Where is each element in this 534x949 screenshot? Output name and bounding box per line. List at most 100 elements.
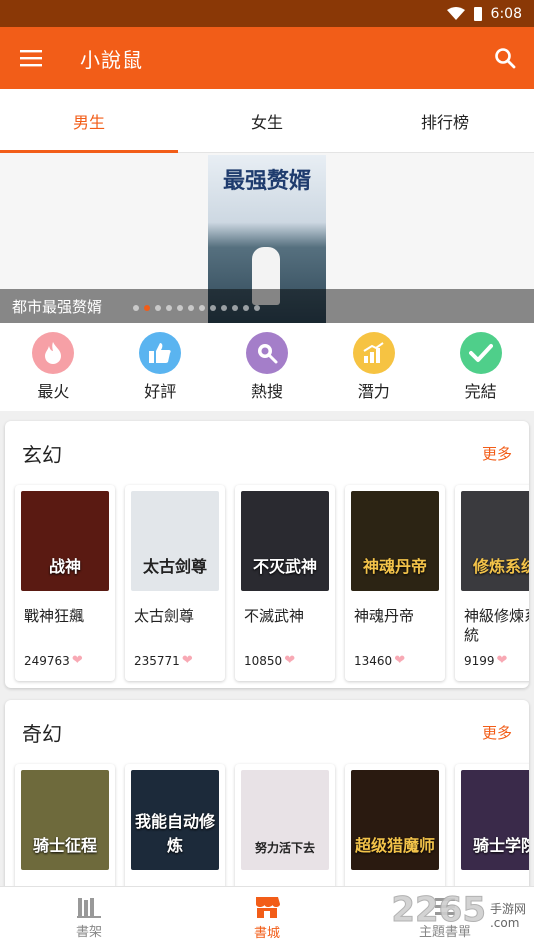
like-count: 10850 [244,653,283,668]
bookshelf-icon [77,898,101,918]
category-row: 最火 好評 熱搜 潛力 完結 [0,323,534,411]
tab-female[interactable]: 女生 [178,89,356,152]
book-card[interactable]: 不灭武神 不滅武神 10850 ❤ [235,485,335,681]
book-card[interactable]: 太古剑尊 太古劍尊 235771 ❤ [125,485,225,681]
book-card[interactable]: 修炼系统 神級修煉系統 9199❤ [455,485,529,681]
category-potential[interactable]: 潛力 [320,323,427,411]
book-card[interactable]: 超级猎魔师 [345,764,445,900]
category-label: 熱搜 [250,382,283,401]
like-count: 249763 [24,653,70,668]
book-card[interactable]: 战神 戰神狂飆 249763 ❤ [15,485,115,681]
section-header: 奇幻 更多 [5,700,529,764]
nav-label: 書城 [253,926,280,941]
banner-cover-title: 最强赘婿 [222,168,311,194]
book-cover[interactable]: 太古剑尊 [131,491,219,591]
book-card[interactable]: 骑士征程 [15,764,115,900]
book-cover[interactable]: 我能自动修炼 [131,770,219,870]
section-qihuan: 奇幻 更多 骑士征程 我能自动修炼 努力活下去 超级猎魔师 骑士学院 [5,700,529,900]
category-label: 完結 [464,382,497,401]
search-icon [495,48,516,69]
store-icon [256,897,280,918]
watermark-line1: 手游网 [489,902,526,916]
banner-carousel[interactable]: 最强赘婿 都市最强赘婿 [0,153,534,323]
more-link[interactable]: 更多 [482,722,512,743]
tab-bar: 男生 女生 排行榜 [0,89,534,153]
book-likes: 9199 ❤ [464,653,507,668]
book-cover-title: 神魂丹帝 [362,557,427,576]
thumbs-up-icon [139,332,182,374]
book-cover-title: 骑士征程 [32,836,97,855]
category-label: 好評 [144,382,177,401]
watermark-line2: .com [489,916,520,930]
watermark-number: 2265 [391,890,487,931]
pagination-dot [254,305,260,311]
chart-icon [352,332,395,374]
banner-caption-bar: 都市最强赘婿 [0,289,534,323]
watermark-text: 手游网 .com [490,902,526,930]
book-cover[interactable]: 修炼系统 [461,491,529,591]
category-label: 潛力 [357,382,390,401]
tab-ranking[interactable]: 排行榜 [356,89,534,152]
book-cover-title: 不灭武神 [252,557,317,576]
search-button[interactable] [488,41,522,75]
book-cover[interactable]: 超级猎魔师 [351,770,439,870]
app-title: 小說鼠 [80,47,143,72]
category-label: 最火 [37,382,70,401]
pagination-dot [243,305,249,311]
book-cover[interactable]: 战神 [21,491,109,591]
category-completed[interactable]: 完結 [427,323,534,411]
nav-bookshelf[interactable]: 書架 [0,887,178,949]
banner-pagination [133,305,260,311]
book-title: 太古劍尊 [134,607,195,625]
section-title: 玄幻 [22,442,62,467]
book-cover-title: 太古剑尊 [142,557,207,576]
category-trending[interactable]: 熱搜 [214,323,321,411]
status-bar: 6:08 [0,0,534,27]
menu-button[interactable] [0,27,62,89]
pagination-dot [221,305,227,311]
book-title: 不滅武神 [244,607,305,625]
tab-male[interactable]: 男生 [0,89,178,153]
pagination-dot [155,305,161,311]
check-icon [459,332,502,374]
pagination-dot [144,305,150,311]
like-count: 9199 [464,653,495,668]
heart-icon: ❤ [394,653,406,668]
book-list: 骑士征程 我能自动修炼 努力活下去 超级猎魔师 骑士学院 [5,764,529,900]
heart-icon: ❤ [71,653,83,668]
category-rating[interactable]: 好評 [107,323,214,411]
like-count: 235771 [134,653,180,668]
nav-store[interactable]: 書城 [178,887,356,949]
book-cover[interactable]: 不灭武神 [241,491,329,591]
wifi-icon [446,6,465,20]
book-likes: 249763 ❤ [24,653,83,668]
nav-label: 書架 [75,925,102,940]
pagination-dot [199,305,205,311]
book-card[interactable]: 努力活下去 [235,764,335,900]
book-cover-title: 超级猎魔师 [354,836,435,855]
pagination-dot [210,305,216,311]
book-cover-title: 战神 [48,557,81,576]
book-cover-title: 努力活下去 [254,841,315,855]
category-hot[interactable]: 最火 [0,323,107,411]
book-cover[interactable]: 骑士征程 [21,770,109,870]
book-cover-title: 骑士学院 [472,836,529,855]
battery-icon [473,6,482,21]
section-title: 奇幻 [22,721,62,746]
book-cover[interactable]: 骑士学院 [461,770,529,870]
book-title: 神級修煉系統 [464,607,529,644]
section-header: 玄幻 更多 [5,421,529,485]
section-xuanhuan: 玄幻 更多 战神 戰神狂飆 249763 ❤ 太古剑尊 太古劍尊 235771 ❤ … [5,421,529,688]
book-cover[interactable]: 努力活下去 [241,770,329,870]
pagination-dot [232,305,238,311]
pagination-dot [177,305,183,311]
book-cover[interactable]: 神魂丹帝 [351,491,439,591]
book-title: 神魂丹帝 [354,607,415,625]
pagination-dot [188,305,194,311]
book-card[interactable]: 骑士学院 [455,764,529,900]
more-link[interactable]: 更多 [482,443,512,464]
banner-caption: 都市最强赘婿 [12,297,103,316]
book-likes: 13460 ❤ [354,653,405,668]
book-card[interactable]: 神魂丹帝 神魂丹帝 13460 ❤ [345,485,445,681]
book-card[interactable]: 我能自动修炼 [125,764,225,900]
